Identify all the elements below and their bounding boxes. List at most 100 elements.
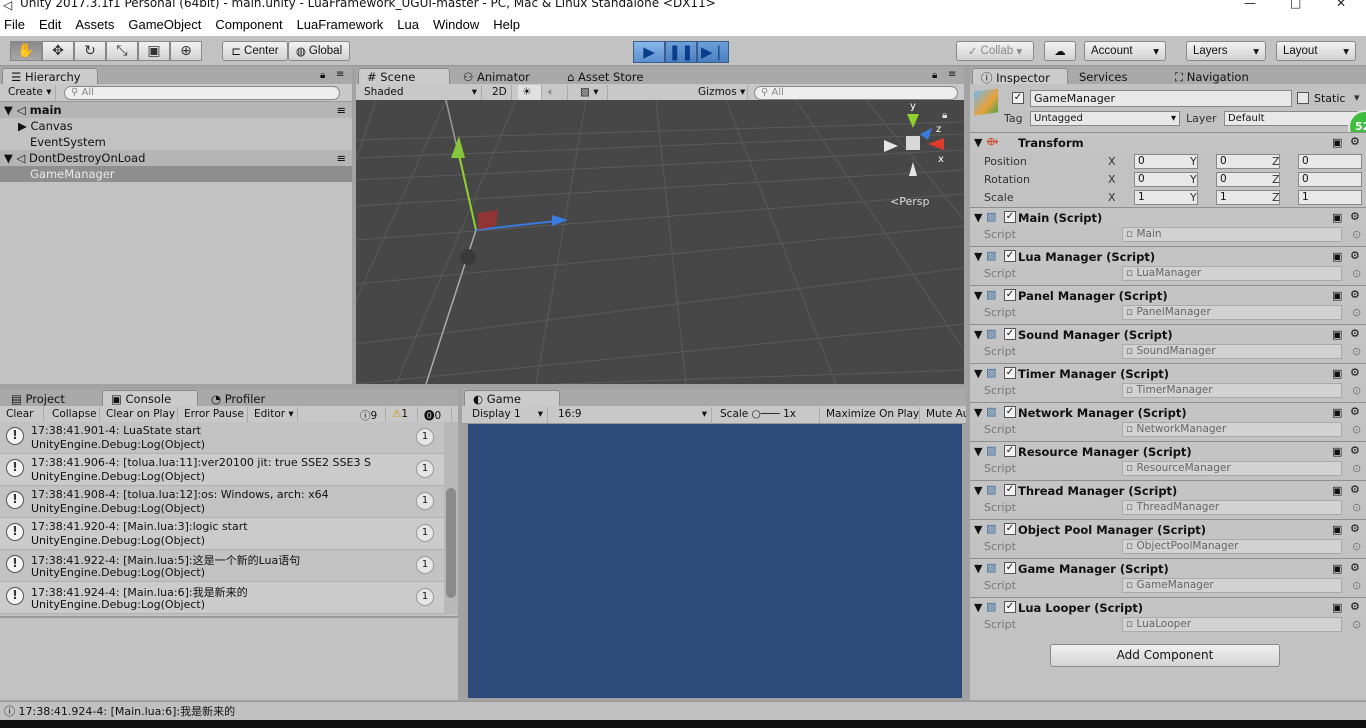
tab-asset-store[interactable]: ⌂ Asset Store <box>558 68 668 85</box>
help-book-icon[interactable]: ▣ <box>1332 523 1342 536</box>
hierarchy-scene-dontdestroy[interactable]: ▼ ◁ DontDestroyOnLoad ≡ <box>0 150 352 166</box>
script-component-header[interactable]: ▼ ▧ ✓ Lua Looper (Script) ▣ ⚙ <box>970 597 1366 617</box>
hierarchy-item-eventsystem[interactable]: EventSystem <box>0 134 352 150</box>
component-enabled-checkbox[interactable]: ✓ <box>1004 484 1016 496</box>
menu-lua[interactable]: Lua <box>397 17 419 32</box>
lock-icon[interactable]: 🔒︎ <box>320 70 325 81</box>
close-icon[interactable]: ✕ <box>1336 0 1346 10</box>
active-checkbox[interactable]: ✓ <box>1012 92 1024 104</box>
hierarchy-scene-main[interactable]: ▼ ◁ main ≡ <box>0 102 352 118</box>
hierarchy-item-canvas[interactable]: ▶ Canvas <box>0 118 352 134</box>
menu-component[interactable]: Component <box>215 17 282 32</box>
gear-icon[interactable]: ⚙ <box>1350 366 1360 379</box>
console-entry[interactable]: ! 17:38:41.924-4: [Main.lua:6]:我是新来的 Unity… <box>0 582 444 614</box>
transform-y-field[interactable]: 1 <box>1216 190 1280 205</box>
tab-profiler[interactable]: ◔ Profiler <box>202 390 298 407</box>
move-tool-icon[interactable]: ✥ <box>42 41 74 61</box>
scene-menu-icon[interactable]: ≡ <box>336 102 346 118</box>
collapse-button[interactable]: Collapse <box>48 407 100 423</box>
transform-z-field[interactable]: 0 <box>1298 172 1362 187</box>
gear-icon[interactable]: ⚙ <box>1350 483 1360 496</box>
component-enabled-checkbox[interactable]: ✓ <box>1004 601 1016 613</box>
tab-services[interactable]: Services <box>1070 68 1170 85</box>
object-picker-icon[interactable]: ⊙ <box>1352 540 1361 553</box>
component-enabled-checkbox[interactable]: ✓ <box>1004 562 1016 574</box>
tab-console[interactable]: ▣ Console <box>102 390 198 407</box>
transform-z-field[interactable]: 0 <box>1298 154 1362 169</box>
help-book-icon[interactable]: ▣ <box>1332 328 1342 341</box>
gear-icon[interactable]: ⚙ <box>1350 249 1360 262</box>
script-component-header[interactable]: ▼ ▧ ✓ Sound Manager (Script) ▣ ⚙ <box>970 324 1366 344</box>
cloud-button[interactable]: ☁ <box>1044 41 1076 61</box>
script-component-header[interactable]: ▼ ▧ ✓ Network Manager (Script) ▣ ⚙ <box>970 402 1366 422</box>
transform-z-field[interactable]: 1 <box>1298 190 1362 205</box>
console-entry[interactable]: ! 17:38:41.906-4: [tolua.lua:11]:ver20100… <box>0 454 444 486</box>
lock-icon[interactable]: 🔒︎ <box>942 110 947 121</box>
transform-y-field[interactable]: 0 <box>1216 172 1280 187</box>
gear-icon[interactable]: ⚙ <box>1350 561 1360 574</box>
clear-button[interactable]: Clear <box>2 407 44 423</box>
script-component-header[interactable]: ▼ ▧ ✓ Thread Manager (Script) ▣ ⚙ <box>970 480 1366 500</box>
help-book-icon[interactable]: ▣ <box>1332 367 1342 380</box>
panel-menu-icon[interactable]: ≡ <box>336 69 344 80</box>
tab-game[interactable]: ◐ Game <box>464 390 560 407</box>
script-component-header[interactable]: ▼ ▧ ✓ Game Manager (Script) ▣ ⚙ <box>970 558 1366 578</box>
transform-header[interactable]: ▼ ⟴ Transform ▣ ⚙ <box>970 132 1366 152</box>
console-entry[interactable]: ! 17:38:41.908-4: [tolua.lua:12]:os: Wind… <box>0 486 444 518</box>
object-picker-icon[interactable]: ⊙ <box>1352 267 1361 280</box>
pivot-center-button[interactable]: ⊏ Center <box>222 41 288 61</box>
gear-icon[interactable]: ⚙ <box>1350 327 1360 340</box>
gear-icon[interactable]: ⚙ <box>1350 405 1360 418</box>
gear-icon[interactable]: ⚙ <box>1350 135 1360 148</box>
aspect-dropdown[interactable]: 16:9 ▾ <box>554 407 712 423</box>
status-bar[interactable]: ⓘ 17:38:41.924-4: [Main.lua:6]:我是新来的 <box>0 701 1366 720</box>
object-picker-icon[interactable]: ⊙ <box>1352 618 1361 631</box>
script-component-header[interactable]: ▼ ▧ ✓ Object Pool Manager (Script) ▣ ⚙ <box>970 519 1366 539</box>
lighting-toggle[interactable]: ☀ <box>518 85 542 101</box>
script-reference-field[interactable]: ▫ ObjectPoolManager <box>1122 539 1342 554</box>
clear-on-play-button[interactable]: Clear on Play <box>102 407 178 423</box>
script-component-header[interactable]: ▼ ▧ ✓ Panel Manager (Script) ▣ ⚙ <box>970 285 1366 305</box>
help-book-icon[interactable]: ▣ <box>1332 601 1342 614</box>
component-enabled-checkbox[interactable]: ✓ <box>1004 328 1016 340</box>
gear-icon[interactable]: ⚙ <box>1350 444 1360 457</box>
scene-search-input[interactable]: ⚲ All <box>754 86 958 100</box>
help-book-icon[interactable]: ▣ <box>1332 562 1342 575</box>
component-enabled-checkbox[interactable]: ✓ <box>1004 250 1016 262</box>
orientation-gizmo[interactable]: y z x <box>880 101 950 182</box>
audio-toggle[interactable]: 🔈︎ <box>544 85 568 101</box>
object-picker-icon[interactable]: ⊙ <box>1352 384 1361 397</box>
script-reference-field[interactable]: ▫ ResourceManager <box>1122 461 1342 476</box>
transform-x-field[interactable]: 0 <box>1134 172 1198 187</box>
rect-tool-icon[interactable]: ▣ <box>138 41 170 61</box>
error-filter-toggle[interactable]: ⓿0 <box>420 407 452 423</box>
transform-x-field[interactable]: 0 <box>1134 154 1198 169</box>
object-picker-icon[interactable]: ⊙ <box>1352 423 1361 436</box>
scale-tool-icon[interactable]: ⤡ <box>106 41 138 61</box>
object-picker-icon[interactable]: ⊙ <box>1352 462 1361 475</box>
help-book-icon[interactable]: ▣ <box>1332 445 1342 458</box>
menu-edit[interactable]: Edit <box>39 17 61 32</box>
object-picker-icon[interactable]: ⊙ <box>1352 228 1361 241</box>
layout-dropdown[interactable]: Layout ▾ <box>1276 41 1356 61</box>
tab-navigation[interactable]: ⛶ Navigation <box>1166 68 1276 85</box>
object-picker-icon[interactable]: ⊙ <box>1352 306 1361 319</box>
script-reference-field[interactable]: ▫ ThreadManager <box>1122 500 1342 515</box>
hierarchy-search-input[interactable]: ⚲ All <box>64 86 340 100</box>
console-entry[interactable]: ! 17:38:41.922-4: [Main.lua:5]:这是一个新的Lua语… <box>0 550 444 582</box>
tab-inspector[interactable]: ⓘ Inspector <box>972 68 1068 85</box>
lock-icon[interactable]: 🔒︎ <box>932 70 937 81</box>
scene-menu-icon[interactable]: ≡ <box>336 150 346 166</box>
script-reference-field[interactable]: ▫ PanelManager <box>1122 305 1342 320</box>
pivot-global-button[interactable]: ◍ Global <box>288 41 350 61</box>
gear-icon[interactable]: ⚙ <box>1350 522 1360 535</box>
scale-slider[interactable]: Scale ○─── 1x <box>716 407 820 423</box>
create-dropdown[interactable]: Create ▾ <box>4 85 56 101</box>
chevron-down-icon[interactable]: ▾ <box>1354 91 1360 104</box>
object-picker-icon[interactable]: ⊙ <box>1352 345 1361 358</box>
collab-button[interactable]: ✓ Collab ▾ <box>956 41 1034 61</box>
minimize-icon[interactable]: — <box>1244 0 1256 10</box>
tab-animator[interactable]: ⚇ Animator <box>454 68 554 85</box>
account-dropdown[interactable]: Account ▾ <box>1084 41 1166 61</box>
help-book-icon[interactable]: ▣ <box>1332 289 1342 302</box>
